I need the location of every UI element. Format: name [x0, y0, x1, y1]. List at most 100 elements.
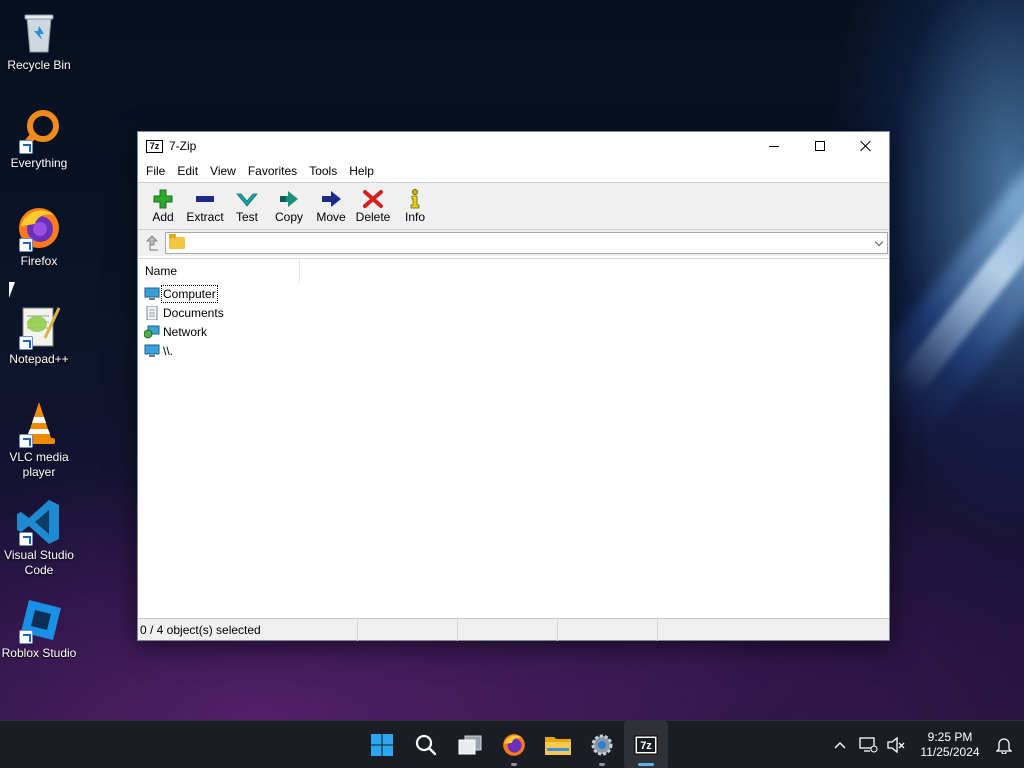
desktop-icon-recycle-bin[interactable]: Recycle Bin	[0, 8, 78, 73]
menu-view[interactable]: View	[204, 160, 242, 182]
running-indicator	[511, 763, 517, 766]
notepad-plus-plus-icon	[15, 302, 63, 350]
list-item-computer[interactable]: Computer	[144, 284, 889, 303]
menu-edit[interactable]: Edit	[171, 160, 204, 182]
desktop-icon-label: VLC media player	[9, 450, 69, 479]
list-item-label: Computer	[161, 284, 218, 303]
start-button[interactable]	[360, 721, 404, 768]
list-item-network[interactable]: Network	[143, 322, 889, 341]
taskbar-file-explorer[interactable]	[536, 721, 580, 768]
chevron-down-icon	[874, 237, 884, 246]
desktop-icon-label: Roblox Studio	[1, 646, 77, 660]
desktop-icon-label: Recycle Bin	[7, 58, 71, 72]
address-dropdown-button[interactable]	[871, 233, 887, 253]
list-item-device-root[interactable]: \\.	[144, 341, 889, 360]
notifications-button[interactable]	[990, 721, 1018, 768]
x-icon	[362, 189, 384, 209]
network-status-icon	[859, 737, 878, 753]
window-controls	[751, 132, 889, 160]
tool-label: Extract	[186, 210, 224, 224]
add-button[interactable]: Add	[142, 183, 184, 224]
test-button[interactable]: Test	[226, 183, 268, 224]
address-field[interactable]	[165, 232, 888, 254]
desktop-icon-vscode[interactable]: Visual Studio Code	[0, 498, 78, 578]
7zip-icon: 7z	[634, 735, 658, 755]
7zip-window: 7z 7-Zip File Edit View Favorites Tools …	[137, 131, 890, 641]
menu-tools[interactable]: Tools	[303, 160, 343, 182]
taskbar-firefox[interactable]	[492, 721, 536, 768]
vlc-cone-icon	[15, 400, 63, 448]
shortcut-arrow-icon	[19, 434, 33, 448]
network-tray-button[interactable]	[854, 721, 882, 768]
extract-button[interactable]: Extract	[184, 183, 226, 224]
clock-date: 11/25/2024	[920, 745, 980, 759]
address-input[interactable]	[189, 234, 871, 252]
minimize-button[interactable]	[751, 132, 797, 160]
desktop-icon-label: Firefox	[20, 254, 58, 268]
svg-text:7z: 7z	[640, 740, 652, 752]
status-cell-2	[358, 618, 458, 641]
start-icon	[371, 734, 393, 756]
computer-icon	[144, 287, 160, 301]
move-button[interactable]: Move	[310, 183, 352, 224]
roblox-studio-icon	[15, 596, 63, 644]
list-item-documents[interactable]: Documents	[144, 303, 889, 322]
vscode-icon	[15, 498, 63, 546]
list-rows: Computer Documents Network \\.	[138, 283, 889, 360]
menu-bar: File Edit View Favorites Tools Help	[138, 160, 889, 182]
computer-icon	[144, 344, 160, 358]
close-button[interactable]	[843, 132, 889, 160]
status-selection: 0 / 4 object(s) selected	[138, 618, 358, 641]
task-view-button[interactable]	[448, 721, 492, 768]
info-button[interactable]: Info	[394, 183, 436, 224]
running-indicator	[599, 763, 605, 766]
desktop-icon-everything[interactable]: Everything	[0, 106, 78, 171]
desktop-icon-notepad-plus-plus[interactable]: Notepad++	[0, 302, 78, 367]
file-list[interactable]: Name Computer Documents Network \\.	[138, 258, 889, 618]
menu-help[interactable]: Help	[343, 160, 380, 182]
window-title: 7-Zip	[169, 139, 197, 153]
up-folder-button[interactable]	[139, 232, 165, 254]
7zip-app-icon[interactable]: 7z	[146, 139, 163, 153]
desktop-icon-firefox[interactable]: Firefox	[0, 204, 78, 269]
menu-favorites[interactable]: Favorites	[242, 160, 303, 182]
system-tray: 9:25 PM 11/25/2024	[826, 721, 1024, 768]
task-view-icon	[458, 735, 482, 755]
title-bar[interactable]: 7z 7-Zip	[138, 132, 889, 160]
column-header-name[interactable]: Name	[138, 259, 300, 283]
status-cell-4	[558, 618, 658, 641]
desktop-icon-vlc[interactable]: VLC media player	[0, 400, 78, 480]
minus-icon	[194, 189, 216, 209]
desktop-icon-label: Everything	[10, 156, 68, 170]
desktop-icon-label: Visual Studio Code	[4, 548, 74, 577]
list-item-label: Documents	[163, 305, 224, 320]
status-bar: 0 / 4 object(s) selected	[138, 618, 889, 641]
taskbar-settings[interactable]	[580, 721, 624, 768]
firefox-icon	[503, 734, 525, 756]
menu-file[interactable]: File	[140, 160, 171, 182]
bell-icon	[996, 738, 1012, 754]
address-bar	[138, 230, 889, 256]
clock[interactable]: 9:25 PM 11/25/2024	[910, 730, 990, 760]
desktop-icon-roblox-studio[interactable]: Roblox Studio	[0, 596, 78, 661]
taskbar-apps: 7z	[360, 721, 668, 768]
plus-icon	[152, 189, 174, 209]
shortcut-arrow-icon	[19, 532, 33, 546]
firefox-icon	[15, 204, 63, 252]
tool-label: Add	[152, 210, 174, 224]
search-button[interactable]	[404, 721, 448, 768]
info-icon	[404, 189, 426, 209]
copy-button[interactable]: Copy	[268, 183, 310, 224]
tool-label: Delete	[355, 210, 391, 224]
show-hidden-icons-button[interactable]	[826, 721, 854, 768]
minimize-icon	[769, 145, 779, 147]
tool-label: Move	[316, 210, 346, 224]
shortcut-arrow-icon	[19, 238, 33, 252]
volume-tray-button[interactable]	[882, 721, 910, 768]
taskbar-7zip[interactable]: 7z	[624, 721, 668, 768]
tool-label: Info	[404, 210, 425, 224]
maximize-button[interactable]	[797, 132, 843, 160]
shortcut-arrow-icon	[19, 630, 33, 644]
delete-button[interactable]: Delete	[352, 183, 394, 224]
recycle-bin-icon	[15, 8, 63, 56]
